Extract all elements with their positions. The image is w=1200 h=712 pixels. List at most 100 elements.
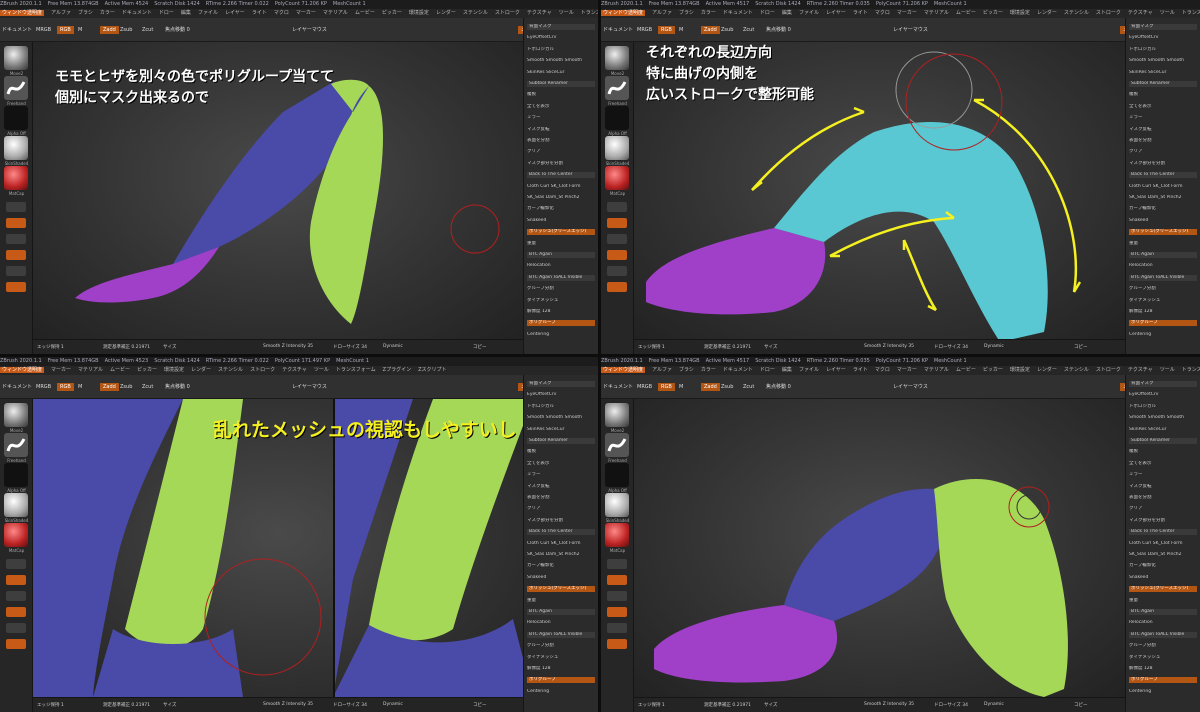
subtool-panel-row[interactable]: ポリグループ xyxy=(1129,320,1197,327)
menu-item[interactable]: マーカー xyxy=(897,367,917,373)
menu-item[interactable]: ピッカー xyxy=(983,367,1003,373)
menu-item[interactable]: ドロー xyxy=(760,10,775,16)
menu-item[interactable]: ファイル xyxy=(799,367,819,373)
subtool-panel-row[interactable]: BTC Again xyxy=(527,252,595,258)
subtool-panel-row[interactable]: Relocation xyxy=(1129,620,1197,626)
subtool-panel-row[interactable]: 複製 xyxy=(527,449,595,455)
subtool-panel-row[interactable]: Smooth Smooth Smooth xyxy=(527,415,595,421)
m-button[interactable]: M xyxy=(78,26,82,34)
menu-item[interactable]: ファイル xyxy=(799,10,819,16)
document-button[interactable]: ドキュメント xyxy=(603,383,633,391)
menu-item[interactable]: ピッカー xyxy=(983,10,1003,16)
subtool-panel-row[interactable]: 表面を分割 xyxy=(1129,138,1197,144)
shelf-tool-icon[interactable] xyxy=(607,639,627,649)
menu-item[interactable]: トランスフォーム xyxy=(336,367,376,373)
menu-item[interactable]: 環境設定 xyxy=(409,10,429,16)
zsub-button[interactable]: Zsub xyxy=(721,26,733,34)
menu-item[interactable]: ストローク xyxy=(1096,367,1121,373)
focal-shift-slider[interactable]: 焦点移動 0 xyxy=(165,383,190,391)
menu-item[interactable]: ピッカー xyxy=(137,367,157,373)
menu-item[interactable]: ドロー xyxy=(760,367,775,373)
menu-item[interactable]: トランスフォーム xyxy=(581,10,598,16)
subtool-panel-row[interactable]: 背面マスク xyxy=(1129,24,1197,30)
mrgb-button[interactable]: MRGB xyxy=(36,383,51,391)
subtool-panel-row[interactable]: 重量 xyxy=(1129,241,1197,247)
dynamic-button[interactable]: Dynamic xyxy=(984,344,1004,349)
menu-window-transparency[interactable]: ウィンドウ透明度 xyxy=(0,367,45,373)
focal-shift-slider[interactable]: 焦点移動 0 xyxy=(766,26,791,34)
shelf-thumbnail[interactable] xyxy=(4,106,28,130)
measure-slider[interactable]: 測定基準補正 0.21971 xyxy=(704,344,751,350)
shelf-thumbnail[interactable] xyxy=(4,433,28,457)
zadd-button[interactable]: Zadd xyxy=(100,383,119,391)
subtool-panel-row[interactable]: SkinRes SliceCur xyxy=(527,70,595,76)
subtool-panel-row[interactable]: Cloth Curl SK_Clot Form xyxy=(1129,184,1197,190)
subtool-panel-row[interactable]: BTC Again ToALL Visible xyxy=(527,631,595,638)
dynamic-button[interactable]: Dynamic xyxy=(383,344,403,349)
subtool-panel-row[interactable]: 全てを表示 xyxy=(1129,461,1197,467)
draw-size-slider[interactable]: ドローサイズ 34 xyxy=(333,702,367,708)
zcut-button[interactable]: Zcut xyxy=(142,383,153,391)
shelf-thumbnail[interactable] xyxy=(605,463,629,487)
menu-item[interactable]: 環境設定 xyxy=(1010,10,1030,16)
shelf-thumbnail[interactable] xyxy=(605,523,629,547)
zcut-button[interactable]: Zcut xyxy=(142,26,153,34)
menu-item[interactable]: 編集 xyxy=(782,10,792,16)
subtool-panel-row[interactable]: Smooth Smooth Smooth xyxy=(527,58,595,64)
subtool-panel-row[interactable]: Snakeed xyxy=(1129,575,1197,581)
subtool-panel-row[interactable]: トポロジカル xyxy=(1129,47,1197,53)
size-slider[interactable]: サイズ xyxy=(764,344,777,350)
menu-item[interactable]: ドキュメント xyxy=(723,367,753,373)
subtool-panel-row[interactable]: マスク反転 xyxy=(527,127,595,133)
subtool-panel-row[interactable]: グループ分割 xyxy=(527,643,595,649)
size-slider[interactable]: サイズ xyxy=(764,702,777,708)
subtool-panel-row[interactable]: EyeOffsetCrv xyxy=(527,35,595,41)
menu-item[interactable]: レンダー xyxy=(1037,10,1057,16)
menu-item[interactable]: マーカー xyxy=(51,367,71,373)
smooth-intensity-slider[interactable]: Smooth Z Intensity 35 xyxy=(864,702,914,707)
subtool-panel-row[interactable]: EyeOffsetCrv xyxy=(527,392,595,398)
menu-item[interactable]: トランスフォーム xyxy=(1182,10,1200,16)
subtool-panel-row[interactable]: クリア xyxy=(1129,149,1197,155)
subtool-panel-row[interactable]: トポロジカル xyxy=(527,404,595,410)
subtool-panel-row[interactable]: BTC Again ToALL Visible xyxy=(1129,274,1197,281)
subtool-panel-row[interactable]: 背面マスク xyxy=(527,381,595,387)
zsub-button[interactable]: Zsub xyxy=(120,26,132,34)
viewport[interactable]: モモとヒザを別々の色でポリグループ当てて 個別にマスク出来るので xyxy=(33,42,523,339)
m-button[interactable]: M xyxy=(679,26,683,34)
subtool-panel-row[interactable]: BTC Again xyxy=(527,609,595,615)
subtool-panel-row[interactable]: 表面を分割 xyxy=(527,495,595,501)
subtool-panel-row[interactable]: クリア xyxy=(527,149,595,155)
size-slider[interactable]: サイズ xyxy=(163,344,176,350)
subtool-panel-row[interactable]: 解像度 128 xyxy=(527,309,595,315)
subtool-panel-row[interactable]: マスク反転 xyxy=(527,484,595,490)
subtool-panel-row[interactable]: EyeOffsetCrv xyxy=(1129,392,1197,398)
edge-loop-slider[interactable]: エッジ保持 1 xyxy=(37,702,64,708)
shelf-tool-icon[interactable] xyxy=(6,639,26,649)
subtool-panel-row[interactable]: Centering xyxy=(527,689,595,695)
mrgb-button[interactable]: MRGB xyxy=(637,26,652,34)
shelf-thumbnail[interactable] xyxy=(605,46,629,70)
shelf-thumbnail[interactable] xyxy=(4,136,28,160)
shelf-tool-icon[interactable] xyxy=(6,559,26,569)
menu-item[interactable]: マクロ xyxy=(875,367,890,373)
menu-item[interactable]: ムービー xyxy=(355,10,375,16)
subtool-panel-row[interactable]: トポロジカル xyxy=(1129,404,1197,410)
menu-item[interactable]: テクスチャ xyxy=(527,10,552,16)
subtool-panel-row[interactable]: Centering xyxy=(1129,332,1197,338)
subtool-panel-row[interactable]: グループ分割 xyxy=(527,286,595,292)
shelf-tool-icon[interactable] xyxy=(6,575,26,585)
menu-item[interactable]: テクスチャ xyxy=(1128,367,1153,373)
measure-slider[interactable]: 測定基準補正 0.21971 xyxy=(704,702,751,708)
menu-item[interactable]: レイヤー xyxy=(225,10,245,16)
shelf-tool-icon[interactable] xyxy=(6,623,26,633)
subtool-panel-row[interactable]: カーブ輪郭化 xyxy=(527,206,595,212)
subtool-panel-row[interactable]: Back To The Center xyxy=(1129,529,1197,536)
shelf-tool-icon[interactable] xyxy=(607,591,627,601)
subtool-panel-row[interactable]: ダイナメッシュ xyxy=(1129,298,1197,304)
menu-window-transparency[interactable]: ウィンドウ透明度 xyxy=(0,10,45,16)
menu-item[interactable]: レイヤー xyxy=(826,10,846,16)
copy-button[interactable]: コピー xyxy=(473,702,487,708)
dynamic-button[interactable]: Dynamic xyxy=(984,702,1004,707)
subtool-panel-row[interactable]: ポリッシュ(クリースエッジ) xyxy=(527,229,595,236)
